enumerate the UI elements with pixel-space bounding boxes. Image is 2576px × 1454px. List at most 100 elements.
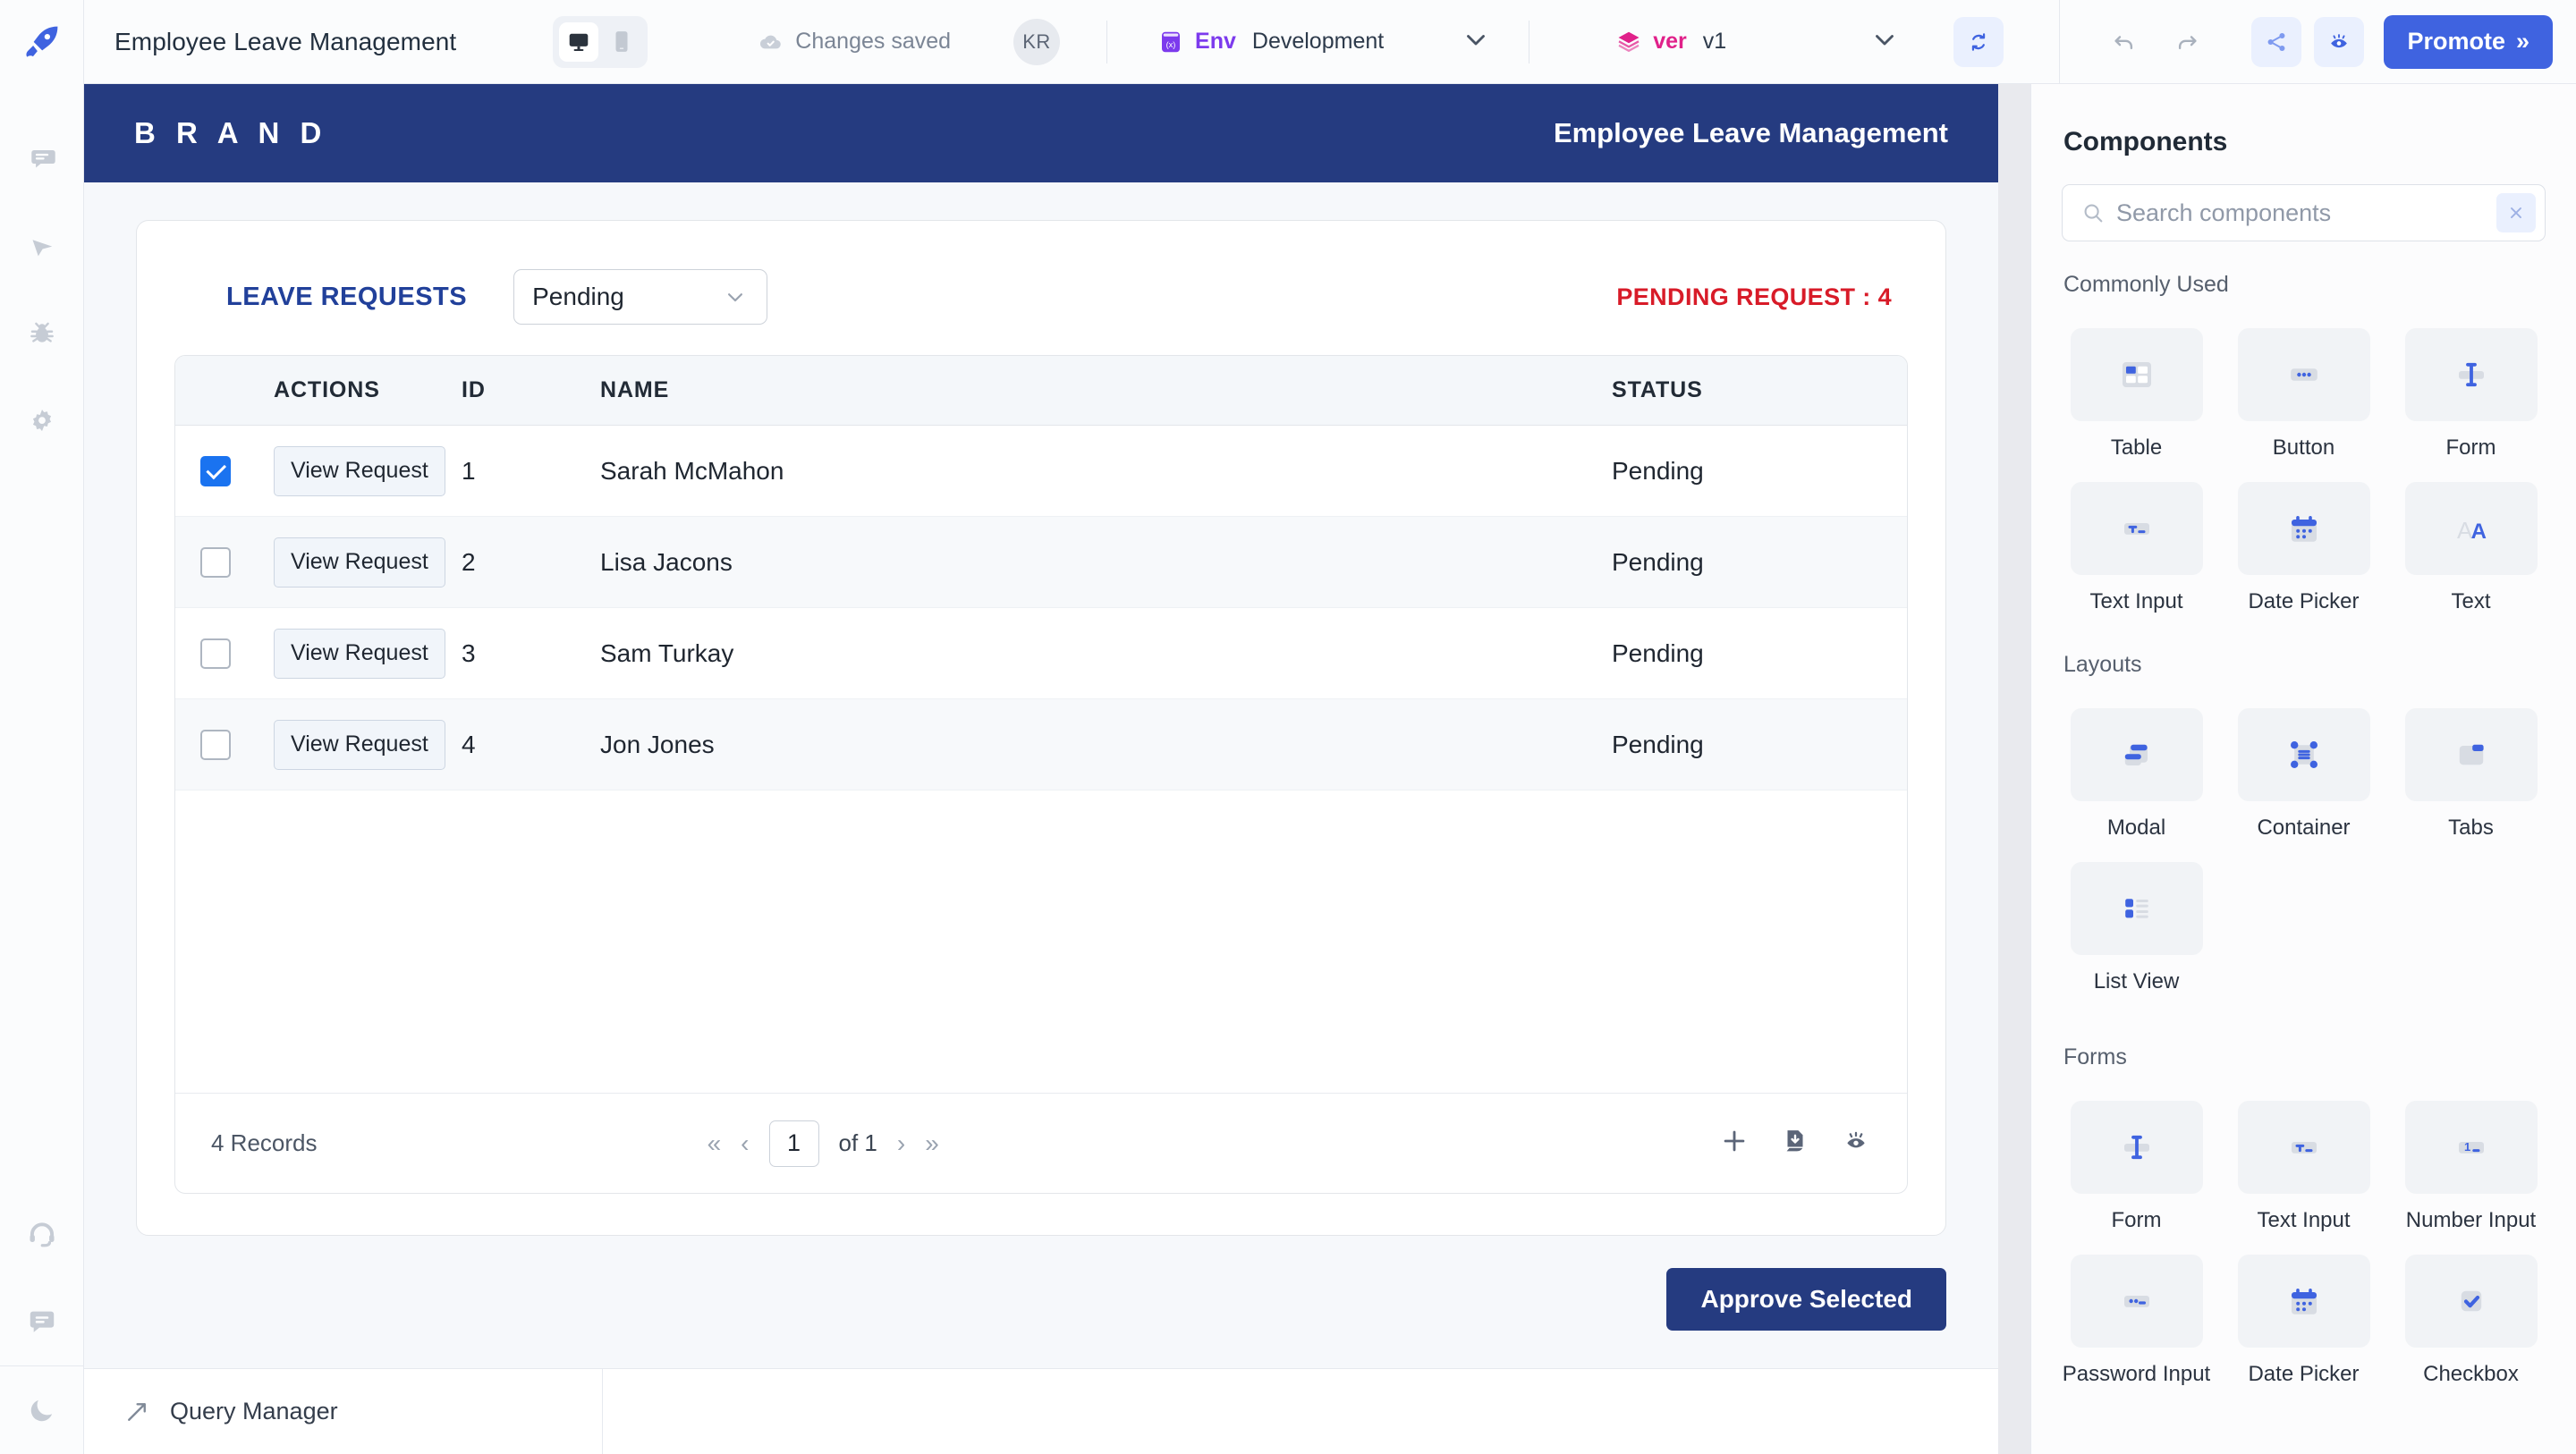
component-item-form-2[interactable]: Form	[2053, 1086, 2220, 1240]
component-item-date-picker[interactable]: Date Picker	[2220, 468, 2387, 621]
component-tile[interactable]: 1	[2404, 1101, 2538, 1194]
promote-button[interactable]: Promote »	[2384, 14, 2553, 69]
environment-chevron[interactable]	[1461, 24, 1491, 59]
device-mobile-button[interactable]	[602, 22, 641, 62]
avatar[interactable]: KR	[1013, 18, 1061, 65]
component-tile[interactable]	[2237, 328, 2370, 421]
sidebar-item-settings[interactable]	[0, 377, 84, 465]
mobile-icon	[615, 30, 628, 52]
component-item-number-input[interactable]: 1 Number Input	[2387, 1086, 2555, 1240]
component-tile[interactable]	[2237, 708, 2370, 801]
column-header-actions: ACTIONS	[274, 356, 462, 426]
component-item-text-input-2[interactable]: Text Input	[2220, 1086, 2387, 1240]
approve-selected-button[interactable]: Approve Selected	[1666, 1268, 1946, 1331]
component-tile[interactable]	[2070, 1101, 2203, 1194]
query-manager-toggle[interactable]: Query Manager	[84, 1369, 603, 1454]
rocket-logo-icon	[25, 26, 57, 57]
component-item-form[interactable]: Form	[2387, 314, 2555, 468]
component-item-date-picker-2[interactable]: Date Picker	[2220, 1240, 2387, 1394]
component-item-text[interactable]: A A Text	[2387, 468, 2555, 621]
last-page-button[interactable]: »	[925, 1129, 939, 1158]
text-input-icon	[2291, 1142, 2317, 1154]
component-item-tabs[interactable]: Tabs	[2387, 694, 2555, 848]
cell-status: Pending	[1612, 456, 1704, 485]
refresh-button[interactable]	[1953, 16, 2004, 67]
component-tile[interactable]	[2070, 708, 2203, 801]
column-visibility-button[interactable]	[1841, 1126, 1871, 1161]
sidebar-item-debug[interactable]	[0, 290, 84, 377]
redo-button[interactable]	[2162, 17, 2212, 67]
search-input[interactable]: Search components	[2116, 199, 2486, 227]
brand-header-title: Employee Leave Management	[1553, 117, 1948, 148]
component-tile[interactable]	[2404, 708, 2538, 801]
preview-button[interactable]	[2314, 16, 2365, 67]
cell-name: Sarah McMahon	[600, 456, 784, 485]
component-item-button[interactable]: Button	[2220, 314, 2387, 468]
app-logo[interactable]	[0, 0, 84, 84]
component-label: Text	[2451, 589, 2491, 613]
query-manager-bar[interactable]: Query Manager	[84, 1368, 1998, 1454]
brand-header: B R A N D Employee Leave Management	[84, 84, 1998, 182]
leave-requests-header: LEAVE REQUESTS Pending PENDING REQUEST :…	[137, 221, 1945, 325]
prev-page-button[interactable]: ‹	[741, 1129, 749, 1158]
promote-chevrons: »	[2515, 28, 2529, 55]
status-filter-select[interactable]: Pending	[513, 269, 768, 325]
component-grid-layouts: Modal Container Tabs List View	[2031, 678, 2576, 1002]
view-request-button[interactable]: View Request	[274, 719, 445, 770]
row-checkbox[interactable]	[200, 455, 231, 486]
first-page-button[interactable]: «	[708, 1129, 722, 1158]
component-tile[interactable]	[2237, 1101, 2370, 1194]
layers-icon	[1618, 31, 1640, 52]
component-tile[interactable]	[2404, 1255, 2538, 1348]
component-tile[interactable]: A A	[2404, 482, 2538, 575]
row-checkbox[interactable]	[200, 546, 231, 578]
component-item-text-input[interactable]: Text Input	[2053, 468, 2220, 621]
clear-search-button[interactable]	[2496, 193, 2536, 232]
version-chevron[interactable]	[1869, 24, 1900, 59]
sidebar-item-dark-mode[interactable]	[0, 1366, 84, 1454]
component-tile[interactable]	[2070, 1255, 2203, 1348]
sidebar-item-chat[interactable]	[0, 1278, 84, 1365]
undo-button[interactable]	[2099, 17, 2149, 67]
add-row-button[interactable]	[1719, 1126, 1750, 1161]
page-title: Employee Leave Management	[114, 27, 457, 55]
component-tile[interactable]	[2237, 1255, 2370, 1348]
view-request-button[interactable]: View Request	[274, 628, 445, 679]
component-label: Date Picker	[2248, 1362, 2360, 1386]
device-toggle[interactable]	[553, 15, 648, 68]
component-item-table[interactable]: Table	[2053, 314, 2220, 468]
share-button[interactable]	[2251, 16, 2302, 67]
component-item-password-input[interactable]: Password Input	[2053, 1240, 2220, 1394]
device-desktop-button[interactable]	[559, 21, 599, 62]
component-tile[interactable]	[2070, 862, 2203, 955]
row-checkbox[interactable]	[200, 638, 231, 669]
view-request-button[interactable]: View Request	[274, 445, 445, 496]
component-item-checkbox[interactable]: Checkbox	[2387, 1240, 2555, 1394]
table-row[interactable]: View Request 2 Lisa Jacons Pending	[175, 516, 1907, 608]
component-item-list-view[interactable]: List View	[2053, 848, 2220, 1002]
environment-selector[interactable]: (x) Env Development	[1157, 29, 1384, 55]
version-selector[interactable]: ver v1	[1615, 29, 1726, 55]
component-tile[interactable]	[2070, 482, 2203, 575]
component-tile[interactable]	[2237, 482, 2370, 575]
sidebar-item-support[interactable]	[0, 1190, 84, 1278]
component-item-modal[interactable]: Modal	[2053, 694, 2220, 848]
table-row[interactable]: View Request 1 Sarah McMahon Pending	[175, 426, 1907, 517]
download-button[interactable]	[1780, 1126, 1810, 1161]
component-tile[interactable]	[2070, 328, 2203, 421]
sidebar-item-pointer[interactable]	[0, 202, 84, 290]
table-row[interactable]: View Request 4 Jon Jones Pending	[175, 698, 1907, 790]
table-row[interactable]: View Request 3 Sam Turkay Pending	[175, 608, 1907, 699]
body: B R A N D Employee Leave Management LEAV…	[0, 84, 2576, 1454]
sidebar-item-comments[interactable]	[0, 114, 84, 202]
component-item-container[interactable]: Container	[2220, 694, 2387, 848]
component-tile[interactable]	[2404, 328, 2538, 421]
text-input-icon	[2123, 523, 2149, 535]
next-page-button[interactable]: ›	[897, 1129, 905, 1158]
cell-status: Pending	[1612, 547, 1704, 576]
view-request-button[interactable]: View Request	[274, 537, 445, 588]
date-picker-icon	[2291, 516, 2317, 542]
search-components-field[interactable]: Search components	[2062, 184, 2546, 241]
page-number-input[interactable]: 1	[768, 1120, 819, 1167]
row-checkbox[interactable]	[200, 729, 231, 760]
